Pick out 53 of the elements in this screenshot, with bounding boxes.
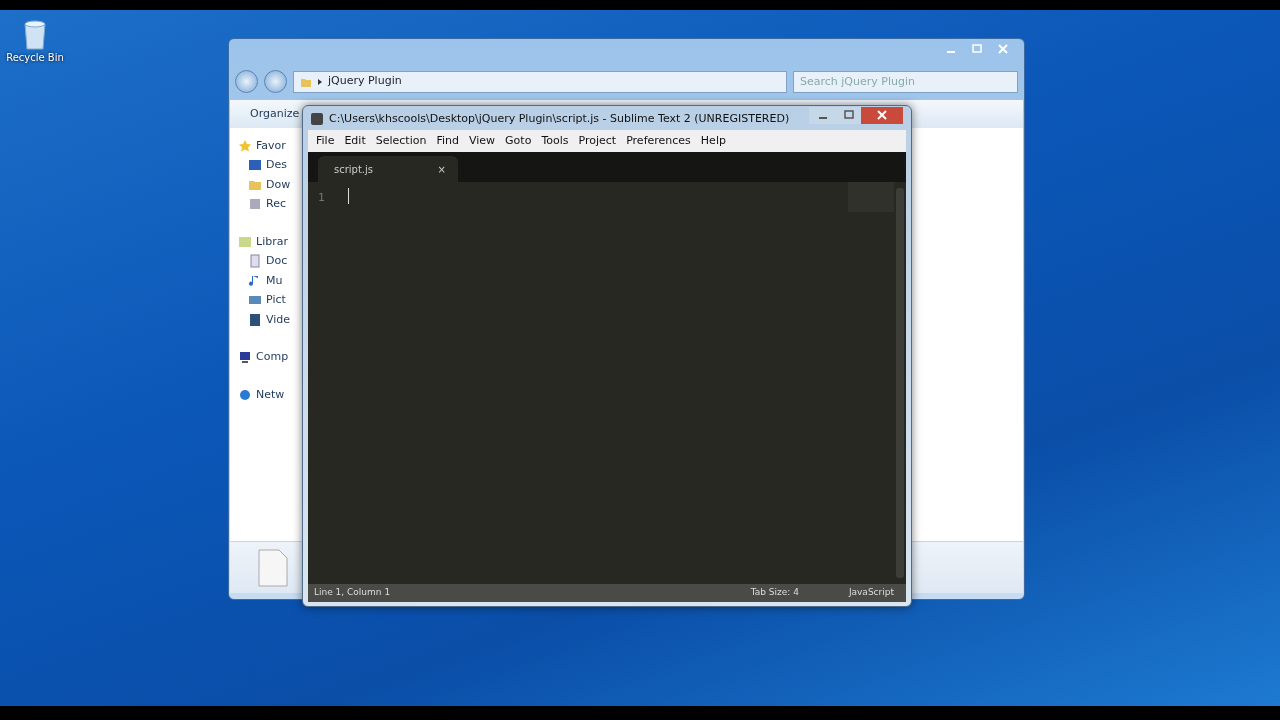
desktop-icon-label[interactable]: Recycle Bin [4,50,66,65]
back-button[interactable] [235,70,258,93]
menu-item[interactable]: Edit [340,132,370,150]
nav-item[interactable]: Dow [238,175,302,195]
nav-item[interactable]: Comp [238,347,302,367]
menu-item[interactable]: View [465,132,500,150]
minimize-icon [818,117,827,120]
computer-icon [238,350,252,365]
menu-item[interactable]: Tools [537,132,573,150]
nav-item[interactable]: Mu [238,271,302,291]
close-icon [876,109,888,122]
text-cursor [348,188,349,204]
menu-item[interactable]: Find [432,132,463,150]
star-icon [238,138,252,153]
minimap [848,182,894,212]
window-title: C:\Users\khscools\Desktop\jQuery Plugin\script.js - Sublime Text 2 (UNREGISTERED) [329,111,790,127]
nav-item[interactable]: Librar [238,232,302,252]
menu-item[interactable]: File [312,132,339,150]
nav-item[interactable]: Doc [238,251,302,271]
nav-item[interactable]: Des [238,155,302,175]
status-text[interactable]: JavaScript [848,586,894,600]
doc-icon [248,254,262,269]
chevron-icon [317,77,323,86]
menu-item[interactable]: Project [574,132,621,150]
network-icon [238,387,252,402]
status-text[interactable]: Tab Size: 4 [750,586,799,600]
maximize-button[interactable] [836,107,861,124]
status-text: Line 1, Column 1 [314,586,391,600]
nav-item[interactable]: Netw [238,385,302,405]
app-icon [311,113,323,126]
address-bar[interactable]: jQuery Plugin [293,70,787,93]
close-button[interactable]: × [437,161,446,177]
maximize-icon [842,109,855,122]
close-button[interactable] [861,107,903,124]
menu-item[interactable]: Selection [371,132,431,150]
menu-item[interactable]: Preferences [622,132,695,150]
search-field[interactable]: Search jQuery Plugin [793,70,1018,93]
minimize-icon [947,50,955,53]
maximize-icon [971,42,983,55]
nav-item[interactable]: Favor [238,136,302,156]
recycle-bin-icon[interactable] [22,20,48,50]
close-icon [997,42,1009,55]
line-number: 1 [318,190,325,206]
forward-button[interactable] [264,70,287,93]
nav-item[interactable]: Pict [238,290,302,310]
nav-item[interactable]: Rec [238,194,302,214]
menu-item[interactable]: Goto [501,132,536,150]
file-icon [258,549,288,587]
minimize-button[interactable] [809,107,836,124]
nav-item[interactable]: Vide [238,310,302,330]
editor-tab[interactable]: script.js × [318,156,458,182]
toolbar-button[interactable]: Organize [250,105,300,123]
menu-item[interactable]: Help [696,132,730,150]
